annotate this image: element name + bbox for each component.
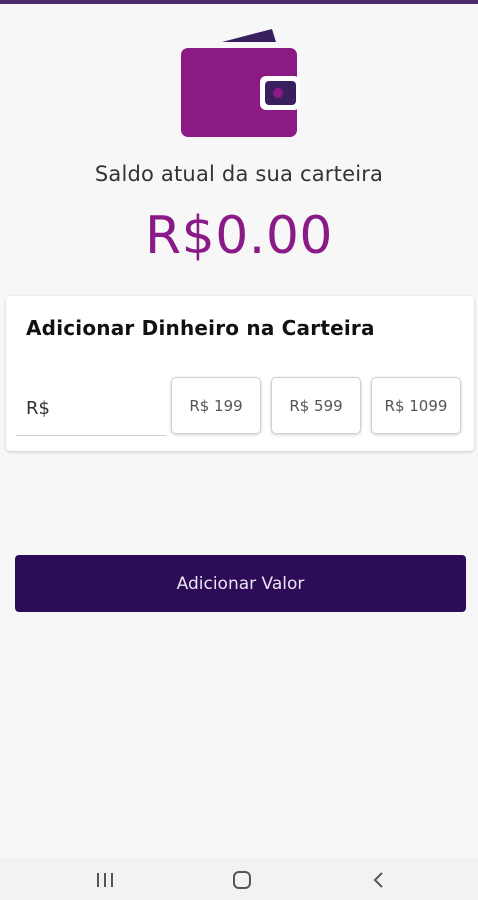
amount-input[interactable] [16, 382, 166, 436]
preset-amount-199[interactable]: R$ 199 [171, 377, 261, 434]
status-accent-bar [0, 0, 478, 4]
add-value-button[interactable]: Adicionar Valor [15, 555, 466, 612]
add-money-title: Adicionar Dinheiro na Carteira [26, 316, 375, 340]
preset-amount-599[interactable]: R$ 599 [271, 377, 361, 434]
recents-icon[interactable] [90, 868, 120, 892]
add-money-card: Adicionar Dinheiro na Carteira R$ 199 R$… [6, 296, 474, 451]
home-icon[interactable] [227, 868, 257, 892]
system-nav-bar [0, 858, 478, 900]
wallet-icon [181, 29, 300, 137]
balance-label: Saldo atual da sua carteira [94, 162, 384, 186]
balance-value: R$0.00 [145, 206, 333, 266]
preset-amount-1099[interactable]: R$ 1099 [371, 377, 461, 434]
back-icon[interactable] [364, 868, 394, 892]
